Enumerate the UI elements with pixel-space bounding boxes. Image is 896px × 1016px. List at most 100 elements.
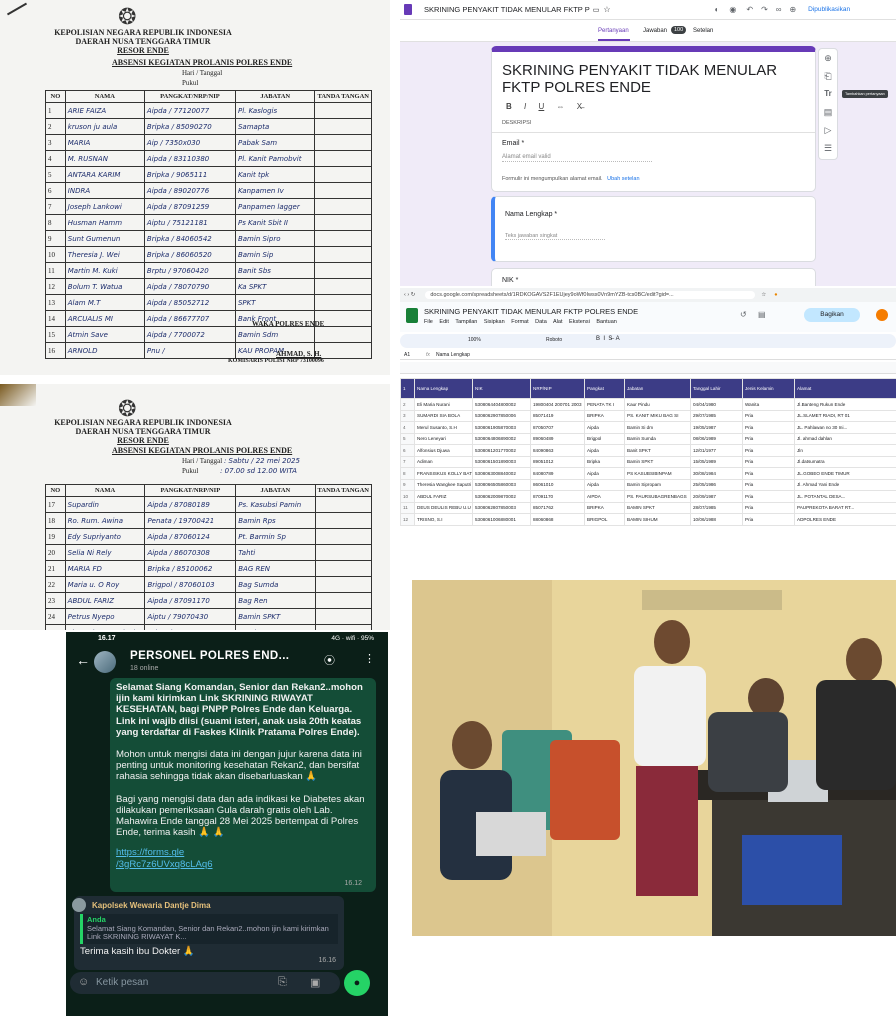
form-doc-title[interactable]: SKRINING PENYAKIT TIDAK MENULAR FKTP P xyxy=(424,5,590,14)
nav-arrows-icon[interactable]: ‹ › ↻ xyxy=(404,292,415,298)
add-question-icon[interactable]: ⊕ xyxy=(819,49,837,67)
question-card-nik[interactable]: NIK * xyxy=(491,268,816,286)
folder-icon[interactable]: ▭ xyxy=(593,6,600,14)
form-title[interactable]: SKRINING PENYAKIT TIDAK MENULAR FKTP POL… xyxy=(502,62,802,96)
sheet-cell[interactable]: 5308062009870002 xyxy=(472,490,531,503)
menu-help[interactable]: Bantuan xyxy=(596,319,617,325)
sheet-cell[interactable]: Bamin Sumda xyxy=(624,432,691,445)
sheet-cell[interactable]: 08/06/1989 xyxy=(690,432,743,445)
sheet-cell[interactable]: 29/07/1985 xyxy=(690,409,743,422)
menu-extensions[interactable]: Ekstensi xyxy=(569,319,590,325)
url-bar[interactable]: docs.google.com/spreadsheets/d/1RDKOGAVS… xyxy=(425,291,756,299)
sheet-cell[interactable]: Pria xyxy=(742,421,795,434)
sheet-cell[interactable]: Pria xyxy=(742,467,795,480)
formula-input[interactable]: Nama Lengkap xyxy=(436,352,470,358)
form-title-card[interactable]: SKRINING PENYAKIT TIDAK MENULAR FKTP POL… xyxy=(491,46,816,192)
cell-reference[interactable]: A1 xyxy=(404,352,410,358)
bold-button[interactable]: B xyxy=(506,102,512,111)
row-number[interactable]: 10 xyxy=(400,490,415,503)
sheet-cell[interactable]: Bripka xyxy=(584,455,625,468)
tab-responses[interactable]: Jawaban xyxy=(643,28,667,34)
sheet-cell[interactable]: Alfonsius Djuwa xyxy=(414,444,473,457)
add-video-icon[interactable]: ▷ xyxy=(819,121,837,139)
row-number[interactable]: 8 xyxy=(400,467,415,480)
add-section-icon[interactable]: ☰ xyxy=(819,139,837,157)
redo-icon[interactable]: ↷ xyxy=(761,5,768,14)
sheet-cell[interactable]: BAMIN SPKT xyxy=(624,501,691,514)
font-select[interactable]: Roboto xyxy=(546,337,562,343)
sheet-cell[interactable]: 5308066505860003 xyxy=(472,478,531,491)
sheet-cell[interactable]: 89051012 xyxy=(530,455,585,468)
sheet-cell[interactable]: Merul Susanto, S.H xyxy=(414,421,473,434)
sheet-cell[interactable]: 5308061201770002 xyxy=(472,444,531,457)
sheet-cell[interactable]: Brigpol xyxy=(584,432,625,445)
sheet-cell[interactable]: Nero Leneyari xyxy=(414,432,473,445)
sheet-cell[interactable]: AIPDA xyxy=(584,490,625,503)
menu-data[interactable]: Data xyxy=(535,319,547,325)
add-collaborator-icon[interactable]: ⊕ xyxy=(789,5,796,14)
menu-tools[interactable]: Alat xyxy=(553,319,562,325)
sheet-cell[interactable]: BRIPKA xyxy=(584,409,625,422)
add-title-icon[interactable]: Tr xyxy=(819,85,837,103)
sheet-cell[interactable]: 5308062907850006 xyxy=(472,409,531,422)
sheet-cell[interactable]: Aipda xyxy=(584,478,625,491)
change-settings-link[interactable]: Ubah setelan xyxy=(607,176,639,182)
user-avatar[interactable] xyxy=(876,309,888,321)
sheet-cell[interactable]: FRANSISKUS KOLLY BATEKE xyxy=(414,467,473,480)
sheet-cell[interactable]: Eli Maria Nurani xyxy=(414,398,473,411)
sheet-cell[interactable]: 85071762 xyxy=(530,501,585,514)
sheet-cell[interactable]: JL.SLAMET RIADI, RT 01 xyxy=(794,409,896,422)
sheet-cell[interactable]: Theresia Wangkee Saputri xyxy=(414,478,473,491)
sheet-cell[interactable]: Aipda xyxy=(584,444,625,457)
sheet-cell[interactable]: 5308062807850003 xyxy=(472,501,531,514)
row-number[interactable]: 11 xyxy=(400,501,415,514)
sheet-cell[interactable]: DEUS DEULIS REBU U.U xyxy=(414,501,473,514)
sheet-cell[interactable]: PAUPREKOTA BARAT RT... xyxy=(794,501,896,514)
sheet-cell[interactable]: 10/06/1988 xyxy=(690,513,743,526)
sheet-cell[interactable]: Pria xyxy=(742,478,795,491)
sheet-cell[interactable]: 84090863 xyxy=(530,444,585,457)
sheet-cell[interactable]: Pria xyxy=(742,455,795,468)
import-questions-icon[interactable]: ⎗ xyxy=(819,67,837,85)
message-link[interactable]: https://forms.gle /3gRc7z6UVxq8cLAq6 xyxy=(116,847,370,869)
sheet-cell[interactable]: 04/04/1980 xyxy=(690,398,743,411)
emoji-icon[interactable]: ☺ xyxy=(78,976,89,988)
sheet-cell[interactable]: Bamin SPKT xyxy=(624,455,691,468)
sheet-cell[interactable]: Jl.datsumatra xyxy=(794,455,896,468)
link-button[interactable]: ⇔ xyxy=(557,102,565,111)
sheet-cell[interactable]: 85071419 xyxy=(530,409,585,422)
preview-icon[interactable]: ◉ xyxy=(729,5,736,14)
menu-insert[interactable]: Sisipkan xyxy=(484,319,505,325)
message-bubble[interactable]: Selamat Siang Komandan, Senior dan Rekan… xyxy=(110,678,376,892)
sheet-cell[interactable]: JL. Pahlawan no 30 Ini... xyxy=(794,421,896,434)
sheet-cell[interactable]: BRIGPOL xyxy=(584,513,625,526)
underline-button[interactable]: U xyxy=(538,102,544,111)
sheet-cell[interactable]: 5308061905870003 xyxy=(472,421,531,434)
sheet-cell[interactable]: 5308063008840002 xyxy=(472,467,531,480)
sheet-cell[interactable]: Kaur Pindu xyxy=(624,398,691,411)
menu-edit[interactable]: Edit xyxy=(439,319,448,325)
sheet-cell[interactable]: TRISNO, S.I xyxy=(414,513,473,526)
sheet-cell[interactable]: Bamin Si dm xyxy=(624,421,691,434)
email-field[interactable]: Alamat email valid xyxy=(502,154,652,162)
sheet-cell[interactable]: Pria xyxy=(742,490,795,503)
sheet-cell[interactable]: 15/05/1989 xyxy=(690,455,743,468)
sheet-cell[interactable]: Aipda xyxy=(584,421,625,434)
palette-icon[interactable]: ◐ xyxy=(715,5,720,14)
tab-questions[interactable]: Pertanyaan xyxy=(598,28,629,34)
format-icons[interactable]: B I S̶ A xyxy=(596,336,620,342)
clear-format-button[interactable]: X̶ xyxy=(577,102,582,111)
sheet-cell[interactable]: Jl.Banteng Rukun Ende xyxy=(794,398,896,411)
sheet-cell[interactable]: Pria xyxy=(742,444,795,457)
sheet-cell[interactable]: ABDUL FARIZ xyxy=(414,490,473,503)
extension-icon[interactable]: ● xyxy=(774,292,777,298)
sheet-cell[interactable]: Pria xyxy=(742,501,795,514)
video-call-icon[interactable]: ⦿ xyxy=(324,652,335,668)
row-number[interactable]: 9 xyxy=(400,478,415,491)
sheet-cell[interactable]: PS. KANIT MIKU BAG SI xyxy=(624,409,691,422)
sheet-cell[interactable]: Jl. ahmad dahlan xyxy=(794,432,896,445)
sheet-cell[interactable]: ADPOLRES ENDE xyxy=(794,513,896,526)
camera-icon[interactable]: ▣ xyxy=(310,976,320,989)
sheet-cell[interactable]: 19800404 200701 2003 xyxy=(530,398,585,411)
sheet-cell[interactable]: 5308064806890002 xyxy=(472,432,531,445)
